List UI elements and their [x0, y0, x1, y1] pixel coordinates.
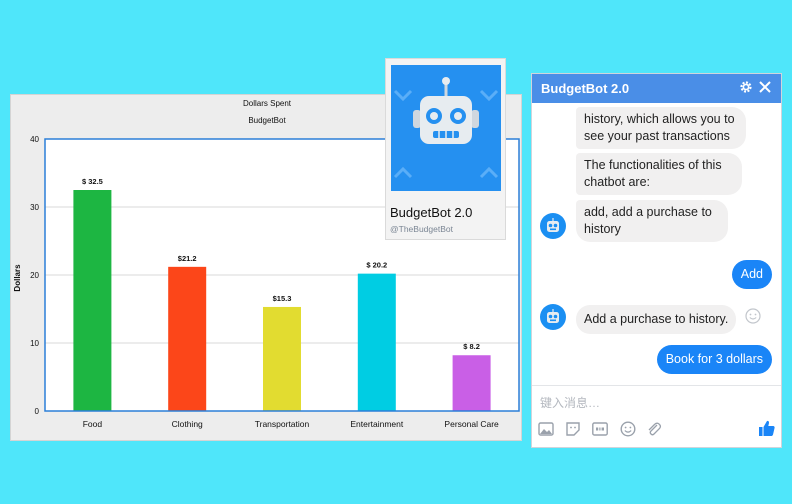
x-category-label: Food: [83, 419, 103, 429]
chat-title: BudgetBot 2.0: [541, 81, 630, 96]
bot-message: history, which allows you to see your pa…: [576, 107, 746, 149]
y-axis-label: Dollars: [13, 264, 22, 292]
bar-entertainment: [357, 273, 396, 411]
bot-message: Add a purchase to history.: [576, 305, 737, 334]
bot-name: BudgetBot 2.0: [390, 205, 473, 220]
bot-message: The functionalities of this chatbot are:: [576, 153, 742, 195]
robot-icon: [391, 65, 501, 191]
bar-value-label: $ 20.2: [366, 261, 387, 270]
bar-value-label: $ 32.5: [82, 177, 103, 186]
gif-icon[interactable]: [592, 421, 608, 437]
bar-food: [73, 190, 112, 411]
y-tick-label: 30: [30, 203, 39, 212]
messenger-chat-window: BudgetBot 2.0 history, which allows you …: [531, 73, 782, 448]
gear-icon[interactable]: [739, 80, 753, 94]
y-tick-label: 10: [30, 339, 39, 348]
bar-value-label: $15.3: [273, 294, 292, 303]
user-message: Add: [731, 260, 772, 289]
chart-subtitle: BudgetBot: [248, 116, 286, 125]
y-tick-label: 20: [30, 271, 39, 280]
bar-transportation: [263, 306, 301, 411]
x-category-label: Entertainment: [350, 419, 404, 429]
image-icon[interactable]: [538, 421, 554, 437]
x-category-label: Personal Care: [444, 419, 499, 429]
user-message: Book for 3 dollars: [656, 345, 772, 374]
bot-message: add, add a purchase to history: [576, 200, 728, 242]
bar-value-label: $21.2: [178, 254, 197, 263]
bot-avatar: [540, 304, 566, 330]
bot-avatar: [540, 213, 566, 239]
chat-header: BudgetBot 2.0: [532, 74, 781, 103]
x-category-label: Clothing: [172, 419, 203, 429]
sticker-icon[interactable]: [565, 421, 581, 437]
message-input[interactable]: [540, 392, 740, 414]
bar-value-label: $ 8.2: [463, 342, 480, 351]
x-category-label: Transportation: [255, 419, 310, 429]
smiley-reaction-icon[interactable]: [745, 308, 761, 324]
attachment-icon[interactable]: [646, 421, 662, 437]
message-composer: [532, 385, 781, 447]
bar-personal-care: [452, 355, 491, 411]
bar-clothing: [168, 266, 207, 411]
y-tick-label: 40: [30, 135, 39, 144]
emoji-icon[interactable]: [620, 421, 636, 437]
bot-handle: @TheBudgetBot: [390, 224, 453, 234]
y-tick-label: 0: [35, 407, 40, 416]
bot-profile-card[interactable]: BudgetBot 2.0 @TheBudgetBot: [385, 58, 506, 240]
like-icon[interactable]: [758, 419, 776, 437]
close-icon[interactable]: [758, 80, 772, 94]
chart-title: Dollars Spent: [243, 99, 292, 108]
